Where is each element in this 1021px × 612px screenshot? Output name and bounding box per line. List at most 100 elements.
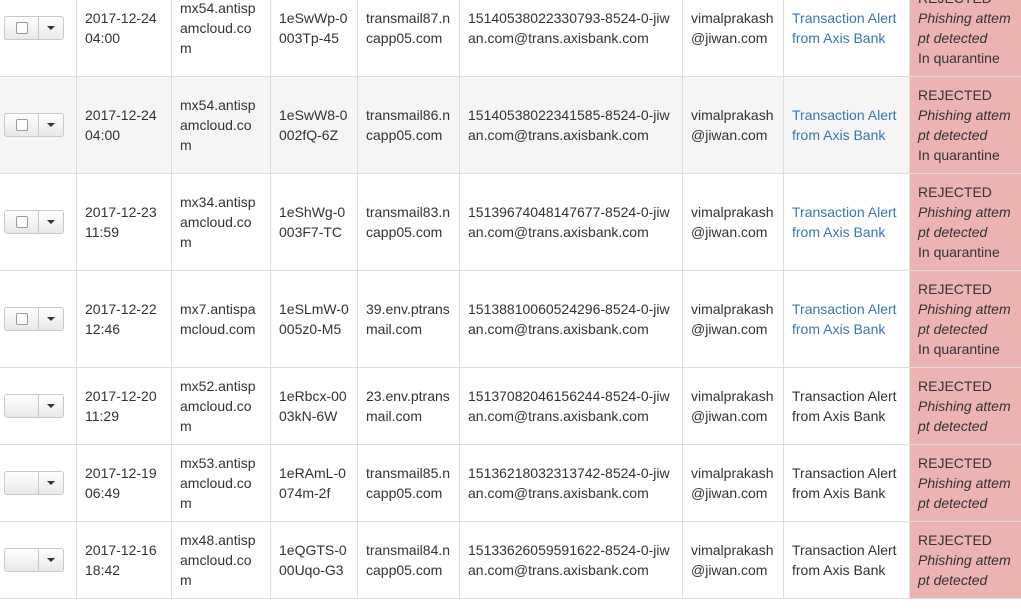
subject-text: Transaction Alert from Axis Bank	[792, 542, 897, 578]
date-text: 2017-12-23 11:59	[85, 204, 157, 240]
relay-cell: 23.env.ptransmail.com	[357, 367, 460, 445]
table-row[interactable]: 2017-12-23 11:59 mx34.antispamcloud.com …	[0, 173, 1021, 271]
recipient-cell: vimalprakash@jiwan.com	[682, 173, 784, 271]
log-table-viewport: 2017-12-24 04:00 mx54.antispamcloud.com …	[0, 0, 1021, 612]
row-select-button[interactable]	[5, 395, 39, 417]
row-select-cell	[0, 173, 77, 271]
row-checkbox[interactable]	[15, 22, 28, 34]
table-row[interactable]: 2017-12-24 04:00 mx54.antispamcloud.com …	[0, 76, 1021, 174]
subject-cell: Transaction Alert from Axis Bank	[783, 0, 910, 77]
date-text: 2017-12-19 06:49	[85, 465, 157, 501]
recipient-text: vimalprakash@jiwan.com	[691, 301, 774, 337]
caret-down-icon	[47, 220, 55, 224]
row-action-button-group[interactable]	[4, 307, 64, 331]
subject-cell: Transaction Alert from Axis Bank	[783, 521, 910, 599]
recipient-cell: vimalprakash@jiwan.com	[682, 521, 784, 599]
status-reason: Phishing attempt detected	[918, 398, 1011, 434]
row-checkbox[interactable]	[15, 313, 28, 325]
sender-text: 15137082046156244-8524-0-jiwan.com@trans…	[468, 388, 670, 424]
message-id-cell: 1eSLmW-0005z0-M5	[270, 270, 358, 368]
relay-cell: transmail85.ncapp05.com	[357, 444, 460, 522]
recipient-cell: vimalprakash@jiwan.com	[682, 0, 784, 77]
row-actions-dropdown-toggle[interactable]	[39, 308, 63, 330]
row-actions-dropdown-toggle[interactable]	[39, 211, 63, 233]
table-row[interactable]: 2017-12-16 18:42 mx48.antispamcloud.com …	[0, 521, 1021, 599]
row-select-button[interactable]	[5, 308, 39, 330]
status-cell: REJECTED Phishing attempt detected In qu…	[909, 173, 1021, 271]
recipient-text: vimalprakash@jiwan.com	[691, 542, 774, 578]
sender-text: 15140538022341585-8524-0-jiwan.com@trans…	[468, 107, 670, 143]
row-actions-dropdown-toggle[interactable]	[39, 17, 63, 39]
status-cell: REJECTED Phishing attempt detected In qu…	[909, 76, 1021, 174]
status-cell: REJECTED Phishing attempt detected In qu…	[909, 270, 1021, 368]
relay-text: transmail84.ncapp05.com	[366, 542, 451, 578]
recipient-cell: vimalprakash@jiwan.com	[682, 367, 784, 445]
row-select-button[interactable]	[5, 211, 39, 233]
row-select-button[interactable]	[5, 472, 39, 494]
subject-link[interactable]: Transaction Alert from Axis Bank	[792, 10, 897, 46]
status-reason: Phishing attempt detected	[918, 475, 1011, 511]
date-cell: 2017-12-24 04:00	[76, 76, 172, 174]
message-id-text: 1eSLmW-0005z0-M5	[279, 301, 349, 337]
caret-down-icon	[47, 404, 55, 408]
status-badge: REJECTED	[918, 87, 992, 103]
row-action-button-group[interactable]	[4, 548, 64, 572]
table-row[interactable]: 2017-12-24 04:00 mx54.antispamcloud.com …	[0, 0, 1021, 77]
host-text: mx52.antispamcloud.com	[180, 378, 256, 434]
row-actions-dropdown-toggle[interactable]	[39, 472, 63, 494]
recipient-text: vimalprakash@jiwan.com	[691, 107, 774, 143]
date-text: 2017-12-24 04:00	[85, 107, 157, 143]
subject-link[interactable]: Transaction Alert from Axis Bank	[792, 107, 897, 143]
host-text: mx48.antispamcloud.com	[180, 532, 256, 588]
subject-cell: Transaction Alert from Axis Bank	[783, 444, 910, 522]
date-cell: 2017-12-20 11:29	[76, 367, 172, 445]
message-id-text: 1eRbcx-0003kN-6W	[279, 388, 347, 424]
date-cell: 2017-12-19 06:49	[76, 444, 172, 522]
message-id-cell: 1eRbcx-0003kN-6W	[270, 367, 358, 445]
subject-link[interactable]: Transaction Alert from Axis Bank	[792, 301, 897, 337]
table-row[interactable]: 2017-12-20 11:29 mx52.antispamcloud.com …	[0, 367, 1021, 445]
caret-down-icon	[47, 123, 55, 127]
recipient-text: vimalprakash@jiwan.com	[691, 204, 774, 240]
recipient-cell: vimalprakash@jiwan.com	[682, 76, 784, 174]
row-actions-dropdown-toggle[interactable]	[39, 114, 63, 136]
relay-cell: transmail84.ncapp05.com	[357, 521, 460, 599]
quarantine-note: In quarantine	[918, 341, 1000, 357]
relay-cell: transmail83.ncapp05.com	[357, 173, 460, 271]
recipient-cell: vimalprakash@jiwan.com	[682, 444, 784, 522]
table-row[interactable]: 2017-12-22 12:46 mx7.antispamcloud.com 1…	[0, 270, 1021, 368]
message-id-text: 1eSwW8-0002fQ-6Z	[279, 107, 348, 143]
recipient-text: vimalprakash@jiwan.com	[691, 465, 774, 501]
table-row[interactable]: 2017-12-19 06:49 mx53.antispamcloud.com …	[0, 444, 1021, 522]
sender-text: 15133626059591622-8524-0-jiwan.com@trans…	[468, 542, 670, 578]
row-select-button[interactable]	[5, 549, 39, 571]
date-cell: 2017-12-23 11:59	[76, 173, 172, 271]
recipient-cell: vimalprakash@jiwan.com	[682, 270, 784, 368]
relay-cell: transmail86.ncapp05.com	[357, 76, 460, 174]
row-action-button-group[interactable]	[4, 394, 64, 418]
message-log-table: 2017-12-24 04:00 mx54.antispamcloud.com …	[0, 0, 1021, 599]
row-action-button-group[interactable]	[4, 16, 64, 40]
row-actions-dropdown-toggle[interactable]	[39, 549, 63, 571]
row-select-cell	[0, 367, 77, 445]
subject-cell: Transaction Alert from Axis Bank	[783, 270, 910, 368]
message-id-text: 1eRAmL-0074m-2f	[279, 465, 346, 501]
subject-link[interactable]: Transaction Alert from Axis Bank	[792, 204, 897, 240]
row-select-cell	[0, 0, 77, 77]
sender-cell: 15140538022341585-8524-0-jiwan.com@trans…	[459, 76, 683, 174]
host-cell: mx48.antispamcloud.com	[171, 521, 271, 599]
row-checkbox[interactable]	[15, 216, 28, 228]
relay-text: 39.env.ptransmail.com	[366, 301, 450, 337]
relay-text: 23.env.ptransmail.com	[366, 388, 450, 424]
row-select-button[interactable]	[5, 17, 39, 39]
row-actions-dropdown-toggle[interactable]	[39, 395, 63, 417]
status-badge: REJECTED	[918, 0, 1015, 8]
row-action-button-group[interactable]	[4, 113, 64, 137]
row-action-button-group[interactable]	[4, 210, 64, 234]
message-id-cell: 1eQGTS-000Uqo-G3	[270, 521, 358, 599]
host-cell: mx34.antispamcloud.com	[171, 173, 271, 271]
host-text: mx54.antispamcloud.com	[180, 97, 256, 153]
row-action-button-group[interactable]	[4, 471, 64, 495]
row-select-button[interactable]	[5, 114, 39, 136]
row-checkbox[interactable]	[15, 119, 28, 131]
